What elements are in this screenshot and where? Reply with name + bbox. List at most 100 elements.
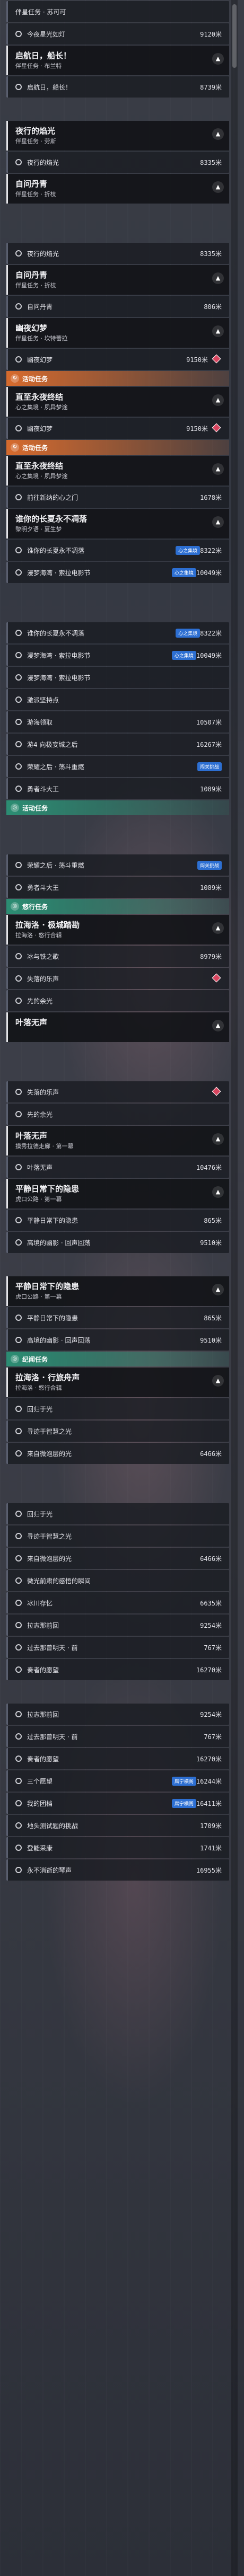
step-label: 寻迹于智慧之光 — [27, 1532, 72, 1540]
quest-step-row[interactable]: 自问丹青 806米 — [6, 296, 229, 317]
collapse-chevron-icon[interactable]: ▲ — [212, 463, 224, 475]
tracking-marker-icon[interactable] — [212, 354, 221, 364]
scrollbar-thumb[interactable] — [232, 4, 237, 68]
quest-step-row[interactable]: 过去那曾明天 · 前 767米 — [6, 1637, 229, 1658]
quest-step-row[interactable]: 冰川存忆 6635米 — [6, 1592, 229, 1613]
quest-step-row[interactable]: 拉志那前回 9254米 — [6, 1704, 229, 1725]
quest-step-row[interactable]: 来自微泡层的光 6466米 — [6, 1548, 229, 1569]
quest-header[interactable]: 夜行的焰光 伴星任务 · 劳斯 ▲ — [6, 121, 229, 151]
quest-step-row[interactable]: 奏者的愿望 16270米 — [6, 1748, 229, 1769]
event-chip[interactable]: 腐宁横阁 — [171, 1798, 196, 1808]
step-label: 回归于光 — [27, 1510, 53, 1518]
event-chip[interactable]: 闯关挑战 — [197, 762, 222, 771]
quest-step-row[interactable]: 高境的幽影 · 回声回荡 9510米 — [6, 1232, 229, 1253]
quest-step-row[interactable]: 登能采康 1741米 — [6, 1837, 229, 1858]
quest-header[interactable]: 直至永夜终结 心之集境 · 夙异梦途 ▲ — [6, 387, 229, 417]
quest-step-row[interactable]: 失落的乐声 — [6, 968, 229, 989]
quest-step-row[interactable]: 来自微泡层的光 6466米 — [6, 1443, 229, 1464]
quest-step-row[interactable]: 永不消逝的琴声 16955米 — [6, 1859, 229, 1881]
quest-step-row[interactable]: 平静日常下的隐患 865米 — [6, 1210, 229, 1231]
event-chip[interactable]: 心之集境 — [171, 568, 196, 577]
quest-step-row[interactable]: 高境的幽影 · 回声回荡 9510米 — [6, 1329, 229, 1351]
quest-step-row[interactable]: 勇者斗大王 1089米 — [6, 778, 229, 799]
quest-step-row[interactable]: 漫梦海湾 · 索拉电影节 心之集境 10049米 — [6, 645, 229, 666]
quest-header[interactable]: 叶落无声 ▲ — [6, 1012, 229, 1042]
quest-step-row[interactable]: 游海领取 10507米 — [6, 711, 229, 733]
quest-header[interactable]: 自问丹青 伴星任务 · 折枝 ▲ — [6, 174, 229, 204]
quest-step-row[interactable]: 幽夜幻梦 9150米 — [6, 349, 229, 370]
quest-step-row[interactable]: 前往新纳的心之门 1678米 — [6, 487, 229, 508]
quest-header[interactable]: 启航日，船长！ 伴星任务 · 布兰特 ▲ — [6, 46, 229, 75]
event-chip[interactable]: 腐宁横阁 — [171, 1776, 196, 1786]
collapse-chevron-icon[interactable]: ▲ — [212, 1020, 224, 1031]
quest-step-row[interactable]: 荣耀之后 · 荡斗重燃 闯关挑战 — [6, 854, 229, 876]
quest-step-row[interactable]: 勇者斗大王 1089米 — [6, 877, 229, 898]
quest-step-row[interactable]: 过去那曾明天 · 前 767米 — [6, 1726, 229, 1747]
quest-step-row[interactable]: 寻迹于智慧之光 — [6, 1525, 229, 1547]
quest-step-row[interactable]: 先的余光 — [6, 1104, 229, 1125]
collapse-chevron-icon[interactable]: ▲ — [212, 922, 224, 934]
quest-header[interactable]: 拉海洛 · 行旅舟声 拉海洛 · 悠行合辑 ▲ — [6, 1368, 229, 1397]
quest-step-row[interactable]: 激派坚持点 — [6, 689, 229, 710]
quest-step-row[interactable]: 夜行的焰光 8335米 — [6, 152, 229, 173]
collapse-chevron-icon[interactable]: ▲ — [212, 394, 224, 406]
step-label: 夜行的焰光 — [27, 250, 59, 258]
quest-step-row[interactable]: 幽夜幻梦 9150米 — [6, 418, 229, 439]
quest-step-row[interactable]: 我的团档 腐宁横阁 16411米 — [6, 1793, 229, 1814]
quest-header[interactable]: 平静日常下的隐患 虎口公路 · 第一幕 ▲ — [6, 1276, 229, 1306]
collapse-chevron-icon[interactable]: ▲ — [212, 1186, 224, 1198]
quest-step-row[interactable]: 寻迹于智慧之光 — [6, 1421, 229, 1442]
quest-step-row[interactable]: 冰与铁之歌 8979米 — [6, 946, 229, 967]
quest-title: 幽夜幻梦 — [15, 323, 48, 333]
collapse-chevron-icon[interactable]: ▲ — [212, 272, 224, 284]
step-label: 幽夜幻梦 — [27, 356, 53, 364]
quest-step-row[interactable]: 叶落无声 10476米 — [6, 1157, 229, 1178]
quest-header[interactable]: 拉海洛 · 极城踏勘 拉海洛 · 悠行合辑 ▲ — [6, 915, 229, 945]
quest-step-row[interactable]: 回归于光 — [6, 1398, 229, 1419]
collapse-chevron-icon[interactable]: ▲ — [212, 53, 224, 65]
event-chip[interactable]: 心之集境 — [176, 628, 201, 638]
quest-step-row[interactable]: 微光前肃的感悟的瞬间 — [6, 1570, 229, 1591]
quest-step-row[interactable]: 夜行的焰光 8335米 — [6, 243, 229, 264]
quest-step-row[interactable]: 失落的乐声 — [6, 1081, 229, 1102]
quest-step-row[interactable]: 平静日常下的隐患 865米 — [6, 1307, 229, 1328]
quest-step-row[interactable]: 荣耀之后 · 荡斗重燃 闯关挑战 — [6, 756, 229, 777]
collapse-chevron-icon[interactable]: ▲ — [212, 1284, 224, 1295]
quest-step-row[interactable]: 漫梦海湾 · 索拉电影节 心之集境 10049米 — [6, 562, 229, 583]
tracking-marker-icon[interactable] — [212, 423, 221, 433]
collapse-chevron-icon[interactable]: ▲ — [212, 181, 224, 193]
quest-header[interactable]: 叶落无声 摸秀拉德走廊 · 第一幕 ▲ — [6, 1126, 229, 1155]
quest-header[interactable]: 平静日常下的隐患 虎口公路 · 第一幕 ▲ — [6, 1179, 229, 1208]
step-label: 激派坚持点 — [27, 696, 59, 704]
quest-step-row[interactable]: 拉志那前回 9254米 — [6, 1615, 229, 1636]
quest-header[interactable]: 自问丹青 伴星任务 · 折枝 ▲ — [6, 265, 229, 295]
distance-value: 9150米 — [186, 425, 208, 433]
quest-step-row[interactable]: 谁你的长夏永不凋落 心之集境 8322米 — [6, 540, 229, 561]
tracking-marker-icon[interactable] — [212, 1087, 221, 1096]
quest-step-row[interactable]: 漫梦海湾 · 索拉电影节 — [6, 667, 229, 688]
event-chip[interactable]: 心之集境 — [171, 650, 196, 660]
quest-step-row[interactable]: 游4 向极妄城之后 16267米 — [6, 734, 229, 755]
collapse-chevron-icon[interactable]: ▲ — [212, 128, 224, 140]
quest-step-row[interactable]: 谁你的长夏永不凋落 心之集境 8322米 — [6, 622, 229, 643]
quest-header[interactable]: 直至永夜终结 心之集境 · 夙异梦途 ▲ — [6, 456, 229, 486]
quest-step-row[interactable]: 启航日，船长！ 8739米 — [6, 76, 229, 98]
collapse-chevron-icon[interactable]: ▲ — [212, 1133, 224, 1145]
quest-step-row[interactable]: 三个愿望 腐宁横阁 16244米 — [6, 1770, 229, 1792]
collapse-chevron-icon[interactable]: ▲ — [212, 1375, 224, 1387]
collapse-chevron-icon[interactable]: ▲ — [212, 516, 224, 528]
quest-header[interactable]: 幽夜幻梦 伴星任务 · 坎特蕾拉 ▲ — [6, 318, 229, 348]
quest-step-row[interactable]: 今夜星光如灯 9120米 — [6, 23, 229, 45]
quest-step-row[interactable]: 地头测试题的挑战 1709米 — [6, 1815, 229, 1836]
quest-header[interactable]: 谁你的长夏永不凋落 黎明夕语 · 夏生梦 ▲ — [6, 509, 229, 539]
tracking-marker-icon[interactable] — [212, 973, 221, 983]
event-chip[interactable]: 心之集境 — [176, 545, 201, 555]
scrollbar[interactable] — [231, 0, 238, 2576]
step-circle-icon — [15, 1800, 22, 1806]
quest-step-row[interactable]: 奏者的愿望 16270米 — [6, 1659, 229, 1680]
quest-step-row[interactable]: 伴星任务 · 苏可可 — [6, 1, 229, 22]
collapse-chevron-icon[interactable]: ▲ — [212, 325, 224, 337]
quest-step-row[interactable]: 回归于光 — [6, 1503, 229, 1524]
quest-step-row[interactable]: 先的余光 — [6, 990, 229, 1011]
event-chip[interactable]: 闯关挑战 — [197, 860, 222, 870]
